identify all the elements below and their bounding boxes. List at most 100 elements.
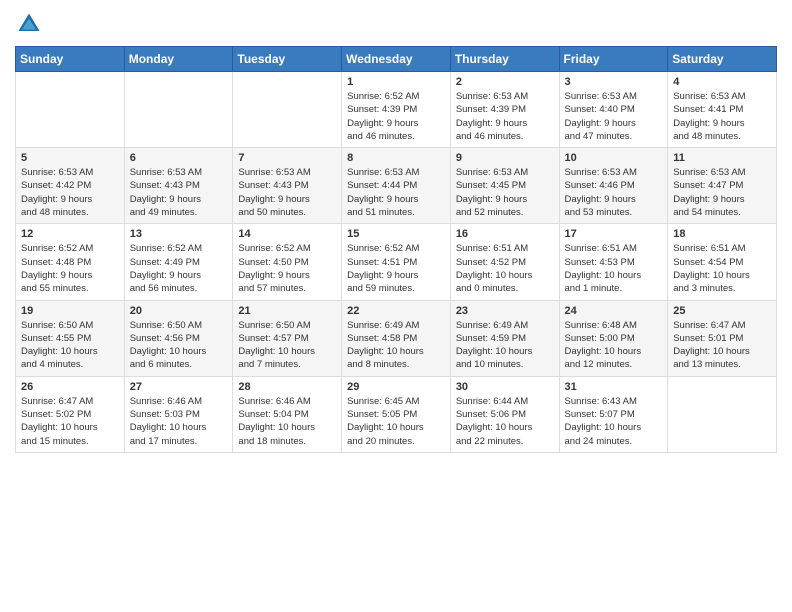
day-number: 30 bbox=[456, 381, 554, 393]
day-info: Sunrise: 6:53 AM Sunset: 4:46 PM Dayligh… bbox=[565, 166, 663, 219]
page: SundayMondayTuesdayWednesdayThursdayFrid… bbox=[0, 0, 792, 612]
weekday-header-thursday: Thursday bbox=[450, 47, 559, 72]
calendar-cell: 18 Sunrise: 6:51 AM Sunset: 4:54 PM Dayli… bbox=[668, 224, 777, 300]
day-number: 3 bbox=[565, 76, 663, 88]
week-row-2: 12Sunrise: 6:52 AM Sunset: 4:48 PM Dayli… bbox=[16, 224, 777, 300]
calendar-cell: 11Sunrise: 6:53 AM Sunset: 4:47 PM Dayli… bbox=[668, 148, 777, 224]
day-number: 29 bbox=[347, 381, 445, 393]
day-info: Sunrise: 6:44 AM Sunset: 5:06 PM Dayligh… bbox=[456, 395, 554, 448]
day-number: 13 bbox=[130, 228, 228, 240]
day-number: 9 bbox=[456, 152, 554, 164]
calendar-cell: 29 Sunrise: 6:45 AM Sunset: 5:05 PM Dayli… bbox=[342, 376, 451, 452]
logo-icon bbox=[15, 10, 43, 38]
calendar-cell: 9 Sunrise: 6:53 AM Sunset: 4:45 PM Daylig… bbox=[450, 148, 559, 224]
day-info: Sunrise: 6:47 AM Sunset: 5:01 PM Dayligh… bbox=[673, 319, 771, 372]
calendar-cell: 6 Sunrise: 6:53 AM Sunset: 4:43 PM Daylig… bbox=[124, 148, 233, 224]
weekday-header-friday: Friday bbox=[559, 47, 668, 72]
calendar-cell bbox=[124, 72, 233, 148]
calendar-cell: 5 Sunrise: 6:53 AM Sunset: 4:42 PM Daylig… bbox=[16, 148, 125, 224]
calendar-cell bbox=[16, 72, 125, 148]
calendar-cell: 14 Sunrise: 6:52 AM Sunset: 4:50 PM Dayli… bbox=[233, 224, 342, 300]
calendar-cell: 7 Sunrise: 6:53 AM Sunset: 4:43 PM Daylig… bbox=[233, 148, 342, 224]
day-info: Sunrise: 6:46 AM Sunset: 5:03 PM Dayligh… bbox=[130, 395, 228, 448]
day-info: Sunrise: 6:45 AM Sunset: 5:05 PM Dayligh… bbox=[347, 395, 445, 448]
day-number: 18 bbox=[673, 228, 771, 240]
day-info: Sunrise: 6:51 AM Sunset: 4:53 PM Dayligh… bbox=[565, 242, 663, 295]
day-number: 2 bbox=[456, 76, 554, 88]
day-number: 28 bbox=[238, 381, 336, 393]
day-info: Sunrise: 6:52 AM Sunset: 4:49 PM Dayligh… bbox=[130, 242, 228, 295]
day-info: Sunrise: 6:51 AM Sunset: 4:52 PM Dayligh… bbox=[456, 242, 554, 295]
day-info: Sunrise: 6:50 AM Sunset: 4:55 PM Dayligh… bbox=[21, 319, 119, 372]
day-info: Sunrise: 6:46 AM Sunset: 5:04 PM Dayligh… bbox=[238, 395, 336, 448]
weekday-header-row: SundayMondayTuesdayWednesdayThursdayFrid… bbox=[16, 47, 777, 72]
calendar-cell: 12Sunrise: 6:52 AM Sunset: 4:48 PM Dayli… bbox=[16, 224, 125, 300]
calendar-cell: 1 Sunrise: 6:52 AM Sunset: 4:39 PM Daylig… bbox=[342, 72, 451, 148]
calendar-cell bbox=[233, 72, 342, 148]
day-number: 31 bbox=[565, 381, 663, 393]
day-info: Sunrise: 6:53 AM Sunset: 4:42 PM Dayligh… bbox=[21, 166, 119, 219]
calendar-cell: 24 Sunrise: 6:48 AM Sunset: 5:00 PM Dayli… bbox=[559, 300, 668, 376]
weekday-header-wednesday: Wednesday bbox=[342, 47, 451, 72]
day-number: 21 bbox=[238, 305, 336, 317]
day-info: Sunrise: 6:53 AM Sunset: 4:39 PM Dayligh… bbox=[456, 90, 554, 143]
day-info: Sunrise: 6:48 AM Sunset: 5:00 PM Dayligh… bbox=[565, 319, 663, 372]
calendar-cell: 2 Sunrise: 6:53 AM Sunset: 4:39 PM Daylig… bbox=[450, 72, 559, 148]
calendar-cell: 15 Sunrise: 6:52 AM Sunset: 4:51 PM Dayli… bbox=[342, 224, 451, 300]
week-row-4: 26 Sunrise: 6:47 AM Sunset: 5:02 PM Dayli… bbox=[16, 376, 777, 452]
day-number: 16 bbox=[456, 228, 554, 240]
calendar-cell: 3 Sunrise: 6:53 AM Sunset: 4:40 PM Daylig… bbox=[559, 72, 668, 148]
day-info: Sunrise: 6:53 AM Sunset: 4:40 PM Dayligh… bbox=[565, 90, 663, 143]
day-info: Sunrise: 6:50 AM Sunset: 4:57 PM Dayligh… bbox=[238, 319, 336, 372]
day-number: 12 bbox=[21, 228, 119, 240]
day-number: 24 bbox=[565, 305, 663, 317]
day-number: 22 bbox=[347, 305, 445, 317]
weekday-header-tuesday: Tuesday bbox=[233, 47, 342, 72]
day-number: 1 bbox=[347, 76, 445, 88]
header bbox=[15, 10, 777, 38]
calendar-cell: 17Sunrise: 6:51 AM Sunset: 4:53 PM Dayli… bbox=[559, 224, 668, 300]
day-number: 15 bbox=[347, 228, 445, 240]
calendar-cell: 25 Sunrise: 6:47 AM Sunset: 5:01 PM Dayli… bbox=[668, 300, 777, 376]
calendar-cell: 28 Sunrise: 6:46 AM Sunset: 5:04 PM Dayli… bbox=[233, 376, 342, 452]
calendar-cell bbox=[668, 376, 777, 452]
calendar-cell: 31 Sunrise: 6:43 AM Sunset: 5:07 PM Dayli… bbox=[559, 376, 668, 452]
calendar-cell: 26 Sunrise: 6:47 AM Sunset: 5:02 PM Dayli… bbox=[16, 376, 125, 452]
day-number: 27 bbox=[130, 381, 228, 393]
day-info: Sunrise: 6:50 AM Sunset: 4:56 PM Dayligh… bbox=[130, 319, 228, 372]
day-info: Sunrise: 6:52 AM Sunset: 4:50 PM Dayligh… bbox=[238, 242, 336, 295]
day-number: 7 bbox=[238, 152, 336, 164]
calendar-cell: 10Sunrise: 6:53 AM Sunset: 4:46 PM Dayli… bbox=[559, 148, 668, 224]
day-info: Sunrise: 6:53 AM Sunset: 4:47 PM Dayligh… bbox=[673, 166, 771, 219]
day-info: Sunrise: 6:53 AM Sunset: 4:43 PM Dayligh… bbox=[238, 166, 336, 219]
calendar-cell: 19Sunrise: 6:50 AM Sunset: 4:55 PM Dayli… bbox=[16, 300, 125, 376]
day-info: Sunrise: 6:43 AM Sunset: 5:07 PM Dayligh… bbox=[565, 395, 663, 448]
calendar-cell: 22Sunrise: 6:49 AM Sunset: 4:58 PM Dayli… bbox=[342, 300, 451, 376]
weekday-header-monday: Monday bbox=[124, 47, 233, 72]
weekday-header-saturday: Saturday bbox=[668, 47, 777, 72]
day-info: Sunrise: 6:52 AM Sunset: 4:51 PM Dayligh… bbox=[347, 242, 445, 295]
day-number: 25 bbox=[673, 305, 771, 317]
day-number: 14 bbox=[238, 228, 336, 240]
logo bbox=[15, 10, 47, 38]
day-info: Sunrise: 6:52 AM Sunset: 4:39 PM Dayligh… bbox=[347, 90, 445, 143]
calendar-cell: 30 Sunrise: 6:44 AM Sunset: 5:06 PM Dayli… bbox=[450, 376, 559, 452]
day-number: 8 bbox=[347, 152, 445, 164]
day-info: Sunrise: 6:53 AM Sunset: 4:41 PM Dayligh… bbox=[673, 90, 771, 143]
week-row-1: 5 Sunrise: 6:53 AM Sunset: 4:42 PM Daylig… bbox=[16, 148, 777, 224]
day-info: Sunrise: 6:51 AM Sunset: 4:54 PM Dayligh… bbox=[673, 242, 771, 295]
day-number: 6 bbox=[130, 152, 228, 164]
day-info: Sunrise: 6:47 AM Sunset: 5:02 PM Dayligh… bbox=[21, 395, 119, 448]
day-info: Sunrise: 6:53 AM Sunset: 4:44 PM Dayligh… bbox=[347, 166, 445, 219]
weekday-header-sunday: Sunday bbox=[16, 47, 125, 72]
day-number: 4 bbox=[673, 76, 771, 88]
day-info: Sunrise: 6:49 AM Sunset: 4:59 PM Dayligh… bbox=[456, 319, 554, 372]
calendar-cell: 13 Sunrise: 6:52 AM Sunset: 4:49 PM Dayli… bbox=[124, 224, 233, 300]
calendar-cell: 4 Sunrise: 6:53 AM Sunset: 4:41 PM Daylig… bbox=[668, 72, 777, 148]
day-number: 5 bbox=[21, 152, 119, 164]
day-number: 26 bbox=[21, 381, 119, 393]
calendar: SundayMondayTuesdayWednesdayThursdayFrid… bbox=[15, 46, 777, 453]
calendar-cell: 21 Sunrise: 6:50 AM Sunset: 4:57 PM Dayli… bbox=[233, 300, 342, 376]
day-info: Sunrise: 6:53 AM Sunset: 4:45 PM Dayligh… bbox=[456, 166, 554, 219]
day-info: Sunrise: 6:53 AM Sunset: 4:43 PM Dayligh… bbox=[130, 166, 228, 219]
